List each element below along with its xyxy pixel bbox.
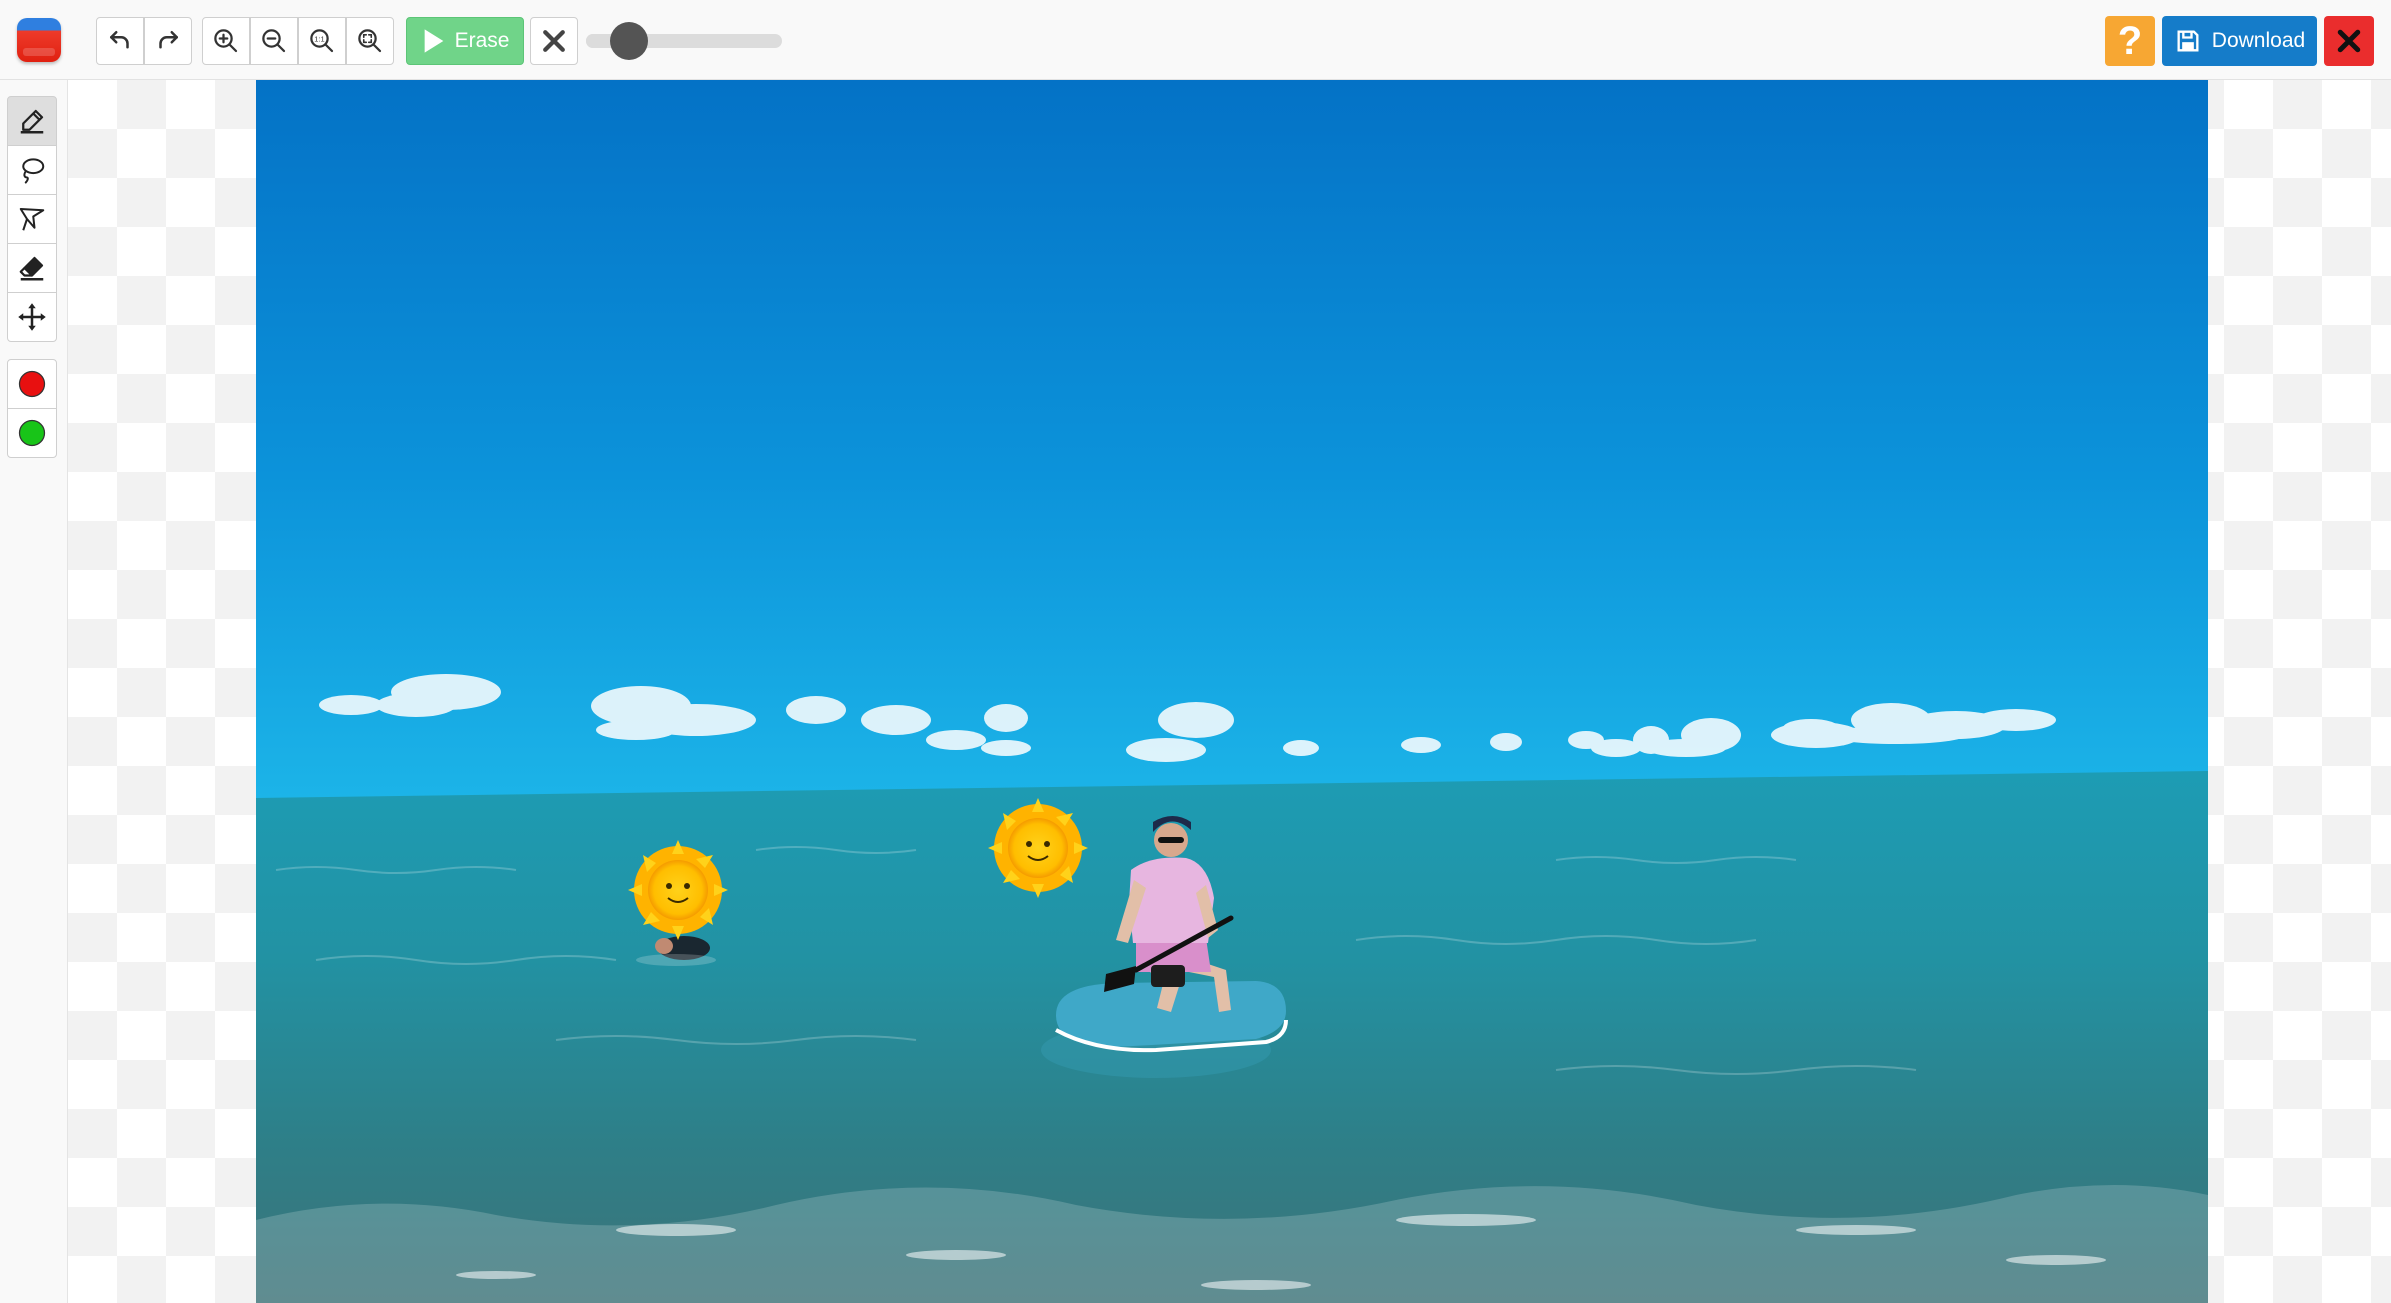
- lasso-icon: [22, 158, 45, 184]
- undo-icon: [110, 31, 129, 49]
- undo-button[interactable]: [96, 17, 144, 65]
- close-button[interactable]: [2324, 16, 2374, 66]
- move-icon: [18, 303, 46, 331]
- zoom-fit-icon: [358, 29, 382, 53]
- zoom-actual-size-icon: 1:1: [310, 29, 334, 53]
- save-icon: [2177, 30, 2199, 52]
- download-button-label: Download: [2211, 29, 2306, 52]
- brush-icon: [20, 109, 44, 134]
- close-icon: [2337, 29, 2361, 53]
- eraser-tool[interactable]: [7, 243, 57, 293]
- polygon-lasso-icon: [19, 208, 45, 231]
- sky: [256, 80, 2208, 800]
- redo-button[interactable]: [144, 17, 192, 65]
- zoom-in-icon: [214, 29, 238, 53]
- sun-sticker-left: [628, 840, 728, 940]
- help-button[interactable]: ?: [2105, 16, 2155, 66]
- zoom-out-button[interactable]: [250, 17, 298, 65]
- zoom-actual-size-button[interactable]: 1:1: [298, 17, 346, 65]
- redo-icon: [159, 31, 178, 49]
- zoom-in-button[interactable]: [202, 17, 250, 65]
- green-marker[interactable]: [7, 408, 57, 458]
- beach-photo-canvas[interactable]: [256, 80, 2208, 1303]
- brush-tool[interactable]: [7, 96, 57, 146]
- lasso-tool[interactable]: [7, 145, 57, 195]
- editor-canvas[interactable]: [68, 80, 2391, 1303]
- top-toolbar: 1:1 Erase ? Download: [0, 0, 2391, 80]
- download-button[interactable]: Download: [2162, 16, 2317, 66]
- erase-button-label: Erase: [454, 29, 510, 52]
- erase-button[interactable]: Erase: [406, 17, 524, 65]
- play-icon: [424, 29, 443, 53]
- red-marker-icon: [18, 370, 46, 398]
- zoom-out-icon: [262, 29, 286, 53]
- slider-handle[interactable]: [610, 22, 649, 60]
- clear-button[interactable]: [530, 17, 578, 65]
- sun-sticker-right: [988, 798, 1088, 898]
- help-icon: ?: [2117, 18, 2143, 63]
- tool-panel: [0, 80, 68, 1303]
- svg-text:1:1: 1:1: [314, 35, 324, 44]
- move-tool[interactable]: [7, 292, 57, 342]
- eraser-icon: [19, 256, 44, 281]
- clear-x-icon: [543, 30, 565, 52]
- brush-size-slider[interactable]: [586, 22, 782, 60]
- polygon-lasso-tool[interactable]: [7, 194, 57, 244]
- app-logo-icon: [17, 18, 61, 62]
- zoom-fit-button[interactable]: [346, 17, 394, 65]
- green-marker-icon: [18, 419, 46, 447]
- red-marker[interactable]: [7, 359, 57, 409]
